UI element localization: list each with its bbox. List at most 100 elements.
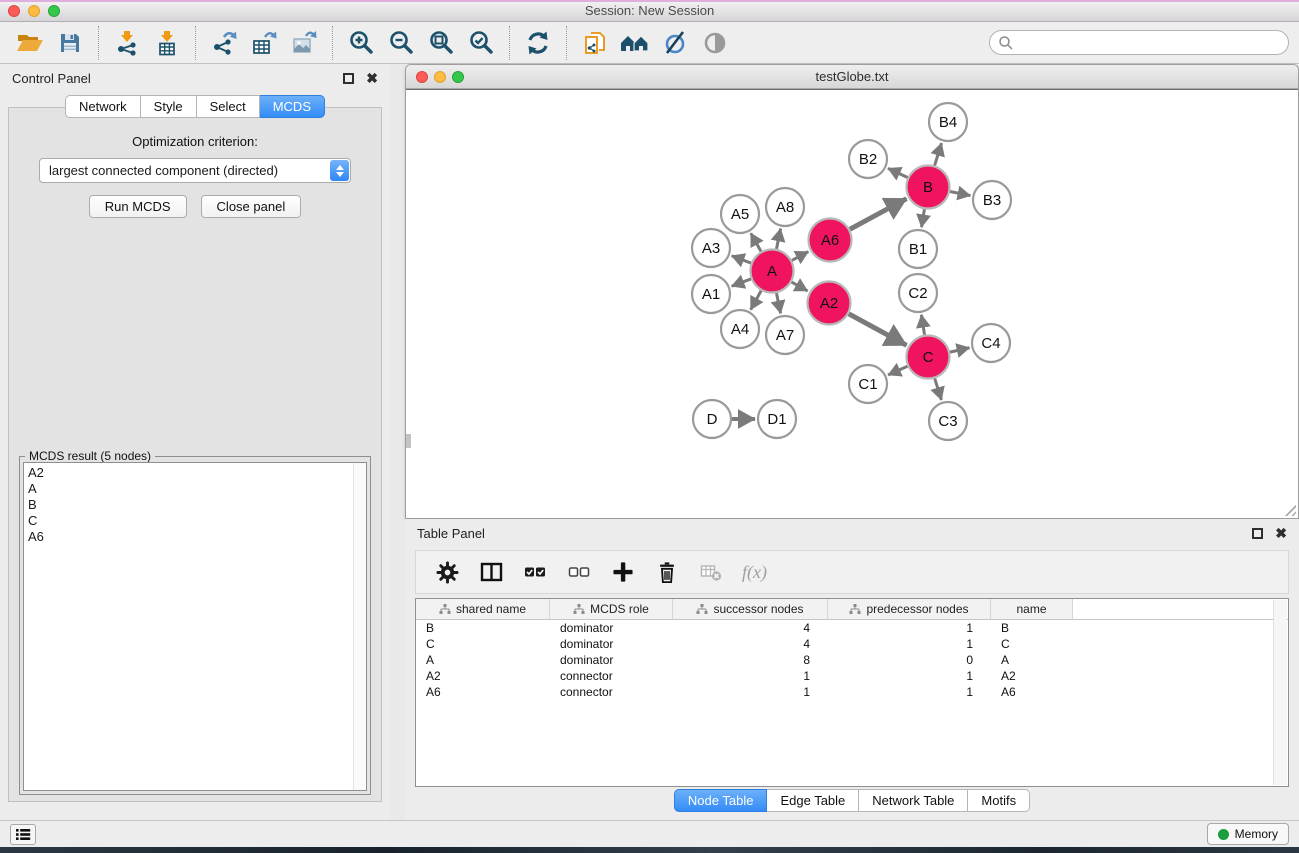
graph-node-C2[interactable]: C2: [899, 274, 937, 312]
add-column-button[interactable]: [610, 559, 636, 585]
duplicate-network-button[interactable]: [575, 25, 615, 61]
column-header-shared-name[interactable]: shared name: [416, 599, 550, 619]
graph-node-B2[interactable]: B2: [849, 140, 887, 178]
select-all-button[interactable]: [522, 559, 548, 585]
tab-style[interactable]: Style: [141, 95, 197, 118]
search-field[interactable]: [989, 30, 1289, 55]
table-row[interactable]: Bdominator41B: [416, 620, 1288, 636]
graph-node-D[interactable]: D: [693, 400, 731, 438]
run-mcds-button[interactable]: Run MCDS: [89, 195, 187, 218]
tab-network-table[interactable]: Network Table: [859, 789, 968, 812]
close-table-panel-icon[interactable]: ✖: [1275, 528, 1287, 539]
network-canvas[interactable]: AA1A2A3A4A5A6A7A8BB1B2B3B4CC1C2C3C4DD1: [406, 89, 1298, 518]
graph-edge-B-B3[interactable]: [950, 191, 970, 195]
graph-edge-A-A1[interactable]: [732, 279, 751, 286]
network-graph[interactable]: AA1A2A3A4A5A6A7A8BB1B2B3B4CC1C2C3C4DD1: [406, 90, 1298, 519]
graph-node-C3[interactable]: C3: [929, 402, 967, 440]
graph-edge-A-A6[interactable]: [792, 252, 809, 261]
result-scrollbar[interactable]: [353, 463, 366, 790]
table-row[interactable]: A6connector11A6: [416, 684, 1288, 700]
delete-table-button[interactable]: [698, 559, 724, 585]
graph-node-C1[interactable]: C1: [849, 365, 887, 403]
graph-node-B3[interactable]: B3: [973, 181, 1011, 219]
result-item[interactable]: A: [28, 481, 366, 497]
column-header-predecessor-nodes[interactable]: predecessor nodes: [828, 599, 991, 619]
show-hide-details-button[interactable]: [695, 25, 735, 61]
result-item[interactable]: C: [28, 513, 366, 529]
mcds-result-list[interactable]: A2ABCA6: [23, 462, 367, 791]
network-window-titlebar[interactable]: testGlobe.txt: [406, 65, 1298, 89]
graph-edge-A-A5[interactable]: [751, 233, 761, 251]
graph-node-A4[interactable]: A4: [721, 310, 759, 348]
unselect-all-button[interactable]: [566, 559, 592, 585]
graph-node-A7[interactable]: A7: [766, 316, 804, 354]
tab-select[interactable]: Select: [197, 95, 260, 118]
graph-edge-A-A2[interactable]: [792, 282, 808, 291]
graph-edge-B-B1[interactable]: [922, 209, 925, 227]
float-table-panel-icon[interactable]: [1252, 528, 1263, 539]
zoom-fit-button[interactable]: [421, 25, 461, 61]
graph-edge-B-B4[interactable]: [935, 143, 942, 165]
zoom-out-button[interactable]: [381, 25, 421, 61]
graph-node-C[interactable]: C: [907, 336, 950, 379]
criterion-dropdown[interactable]: largest connected component (directed): [39, 158, 351, 183]
graph-edge-C-C2[interactable]: [921, 315, 924, 335]
graph-node-A3[interactable]: A3: [692, 229, 730, 267]
close-panel-button[interactable]: Close panel: [201, 195, 302, 218]
export-image-button[interactable]: [284, 25, 324, 61]
table-row[interactable]: Adominator80A: [416, 652, 1288, 668]
tab-mcds[interactable]: MCDS: [260, 95, 325, 118]
float-panel-icon[interactable]: [343, 73, 354, 84]
graph-edge-A-A8[interactable]: [776, 229, 780, 249]
export-table-button[interactable]: [244, 25, 284, 61]
zoom-in-button[interactable]: [341, 25, 381, 61]
delete-column-button[interactable]: [654, 559, 680, 585]
refresh-view-button[interactable]: [518, 25, 558, 61]
zoom-selected-button[interactable]: [461, 25, 501, 61]
table-scrollbar[interactable]: [1273, 600, 1287, 785]
result-item[interactable]: A6: [28, 529, 366, 545]
close-panel-icon[interactable]: ✖: [366, 73, 378, 84]
graph-node-B1[interactable]: B1: [899, 230, 937, 268]
table-row[interactable]: Cdominator41C: [416, 636, 1288, 652]
toggle-graphics-details-button[interactable]: [655, 25, 695, 61]
graph-node-B4[interactable]: B4: [929, 103, 967, 141]
table-row[interactable]: A2connector11A2: [416, 668, 1288, 684]
tab-network[interactable]: Network: [65, 95, 141, 118]
graph-node-B[interactable]: B: [907, 166, 950, 209]
graph-node-A8[interactable]: A8: [766, 188, 804, 226]
task-history-button[interactable]: [10, 824, 36, 845]
graph-node-A1[interactable]: A1: [692, 275, 730, 313]
tab-motifs[interactable]: Motifs: [968, 789, 1030, 812]
show-columns-button[interactable]: [478, 559, 504, 585]
tab-edge-table[interactable]: Edge Table: [767, 789, 859, 812]
result-item[interactable]: B: [28, 497, 366, 513]
graph-edge-B-B2[interactable]: [888, 168, 908, 177]
graph-edge-C-C3[interactable]: [935, 378, 942, 400]
graph-edge-A6-B[interactable]: [850, 199, 907, 230]
function-builder-button[interactable]: f(x): [742, 559, 767, 585]
save-session-button[interactable]: [50, 25, 90, 61]
graph-node-A6[interactable]: A6: [809, 219, 852, 262]
result-item[interactable]: A2: [28, 465, 366, 481]
graph-node-C4[interactable]: C4: [972, 324, 1010, 362]
graph-edge-A-A3[interactable]: [732, 256, 751, 263]
graph-edge-C-C1[interactable]: [888, 366, 907, 375]
column-header-successor-nodes[interactable]: successor nodes: [673, 599, 828, 619]
node-table[interactable]: shared nameMCDS rolesuccessor nodesprede…: [415, 598, 1289, 787]
search-input[interactable]: [1014, 33, 1288, 53]
open-session-button[interactable]: [10, 25, 50, 61]
graph-edge-A-A7[interactable]: [776, 293, 780, 313]
graph-node-A5[interactable]: A5: [721, 195, 759, 233]
tab-node-table[interactable]: Node Table: [674, 789, 768, 812]
graph-edge-A2-C[interactable]: [849, 314, 907, 345]
graph-edge-A-A4[interactable]: [751, 291, 762, 310]
import-network-button[interactable]: [107, 25, 147, 61]
graph-edge-C-C4[interactable]: [950, 348, 970, 352]
welcome-screen-button[interactable]: [615, 25, 655, 61]
column-header-name[interactable]: name: [991, 599, 1073, 619]
overview-handle[interactable]: [406, 434, 411, 448]
graph-node-A2[interactable]: A2: [808, 282, 851, 325]
import-table-button[interactable]: [147, 25, 187, 61]
graph-node-D1[interactable]: D1: [758, 400, 796, 438]
